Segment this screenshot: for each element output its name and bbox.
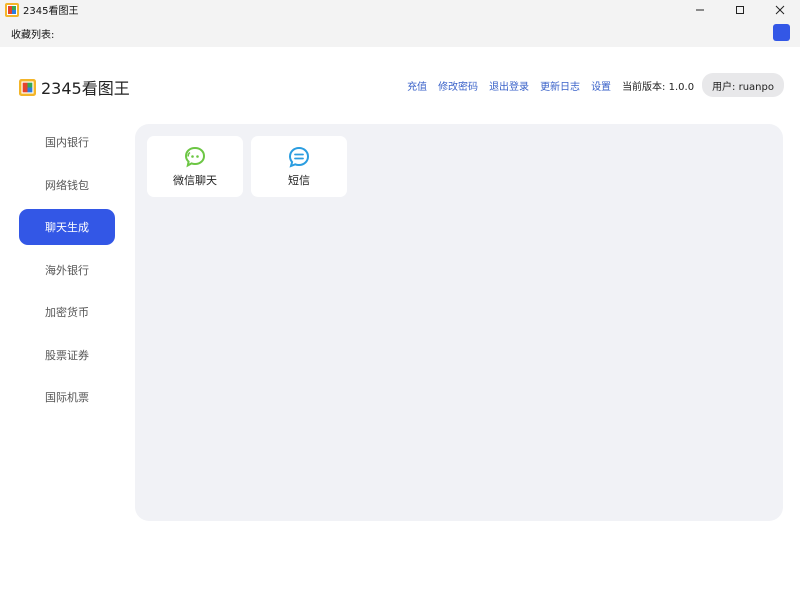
sidebar-item-overseas-bank[interactable]: 海外银行 [19,252,115,288]
changelog-link[interactable]: 更新日志 [540,78,580,93]
window-controls [680,0,800,19]
close-icon [775,5,785,14]
sidebar-item-online-wallet[interactable]: 网络钱包 [19,167,115,203]
window-title: 2345看图王 [23,6,79,17]
header-nav: 充值 修改密码 退出登录 更新日志 设置 当前版本: 1.0.0 用户: rua… [396,73,784,97]
minimize-icon [696,9,704,10]
change-password-link[interactable]: 修改密码 [438,78,478,93]
favorites-label: 收藏列表: [11,29,55,41]
sidebar-item-stocks[interactable]: 股票证券 [19,337,115,373]
header-logo: 2345看图王 [19,75,130,99]
version-label: 当前版本: 1.0.0 [622,81,695,93]
sidebar-item-flights[interactable]: 国际机票 [19,379,115,415]
wechat-chat-card[interactable]: 微信聊天 [147,136,243,197]
title-bar: 2345看图王 [0,0,800,19]
sidebar-item-crypto[interactable]: 加密货币 [19,294,115,330]
favorites-button[interactable] [773,24,790,41]
app-logo-icon [19,78,36,96]
maximize-button[interactable] [720,0,760,19]
settings-link[interactable]: 设置 [591,78,611,93]
sidebar-item-chat-generate[interactable]: 聊天生成 [19,209,115,245]
favorites-bar: 收藏列表: [0,19,800,47]
logo-text: 2345看图王 [41,79,130,98]
user-badge[interactable]: 用户: ruanpo [702,73,784,97]
recharge-link[interactable]: 充值 [407,78,427,93]
sms-card[interactable]: 短信 [251,136,347,197]
wechat-icon [184,146,206,168]
sidebar-item-domestic-bank[interactable]: 国内银行 [19,124,115,160]
minimize-button[interactable] [680,0,720,19]
close-button[interactable] [760,0,800,19]
maximize-icon [736,5,744,14]
wechat-chat-label: 微信聊天 [173,174,217,187]
sms-icon [288,146,310,168]
main-panel: 微信聊天 短信 [135,124,783,521]
app-logo-icon [5,2,19,17]
sidebar: 国内银行 网络钱包 聊天生成 海外银行 加密货币 股票证券 国际机票 [19,124,115,422]
sms-label: 短信 [288,174,310,187]
logout-link[interactable]: 退出登录 [489,78,529,93]
